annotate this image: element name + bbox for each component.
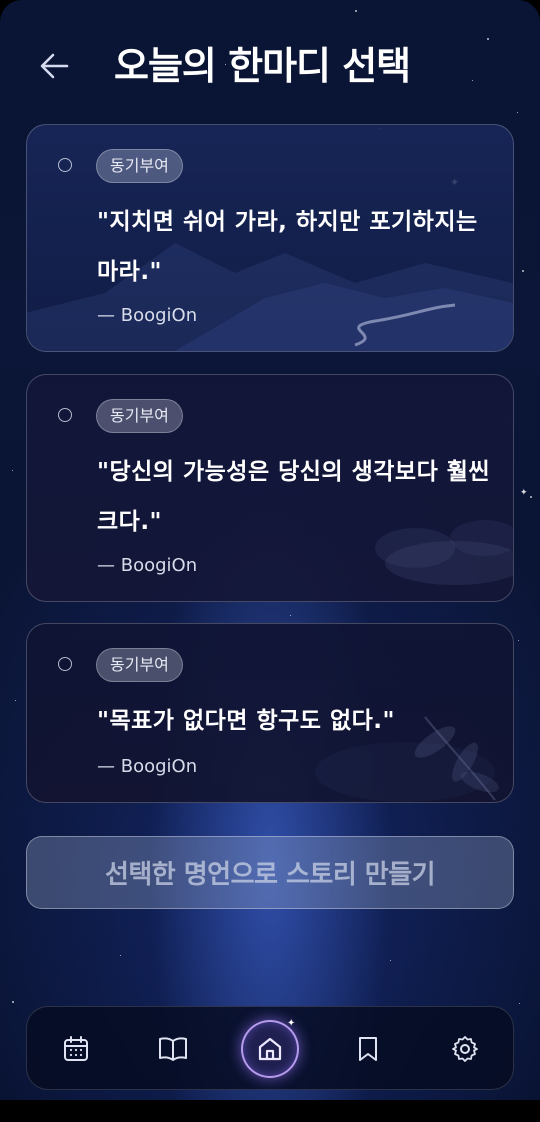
quote-text: "당신의 가능성은 당신의 생각보다 훨씬 크다." [97, 459, 491, 535]
quote-author: — BoogiOn [97, 305, 198, 326]
quote-card-2[interactable]: 동기부여 "당신의 가능성은 당신의 생각보다 훨씬 크다." — BoogiO… [26, 374, 514, 602]
book-icon [159, 1037, 187, 1061]
header: 오늘의 한마디 선택 [0, 36, 540, 96]
system-bar [0, 1100, 540, 1122]
gear-icon [452, 1036, 478, 1062]
nav-settings[interactable] [445, 1029, 485, 1069]
nav-calendar[interactable] [56, 1029, 96, 1069]
sparkle-icon: ✦ [520, 488, 528, 498]
nav-book[interactable] [153, 1029, 193, 1069]
quote-author: — BoogiOn [97, 555, 198, 576]
back-button[interactable] [34, 48, 74, 84]
quote-radio[interactable] [58, 408, 72, 422]
quote-text: "목표가 없다면 항구도 없다." [97, 708, 395, 734]
create-story-button[interactable]: 선택한 명언으로 스토리 만들기 [26, 836, 514, 909]
sparkle-icon: ✦ [287, 1018, 296, 1029]
bottom-nav: ✦ [26, 1006, 514, 1090]
bookmark-icon [359, 1037, 377, 1061]
arrow-left-icon [40, 53, 69, 79]
quote-radio[interactable] [58, 158, 72, 172]
category-badge: 동기부여 [96, 648, 183, 682]
page-title: 오늘의 한마디 선택 [114, 44, 411, 88]
quote-author: — BoogiOn [97, 756, 198, 777]
home-icon [258, 1037, 282, 1061]
screen: ✦ ✦ 오늘의 한마디 선택 동기부여 "지치면 쉬어 가라, 하지만 포기하지… [0, 0, 540, 1100]
nav-home[interactable]: ✦ [241, 1018, 299, 1078]
category-badge: 동기부여 [96, 149, 183, 183]
nav-bookmark[interactable] [348, 1029, 388, 1069]
quote-text: "지치면 쉬어 가라, 하지만 포기하지는 마라." [97, 209, 478, 285]
quote-card-3[interactable]: 동기부여 "목표가 없다면 항구도 없다." — BoogiOn [26, 623, 514, 803]
quote-card-1[interactable]: 동기부여 "지치면 쉬어 가라, 하지만 포기하지는 마라." — BoogiO… [26, 124, 514, 352]
quote-radio[interactable] [58, 657, 72, 671]
calendar-icon [64, 1036, 88, 1061]
category-badge: 동기부여 [96, 399, 183, 433]
